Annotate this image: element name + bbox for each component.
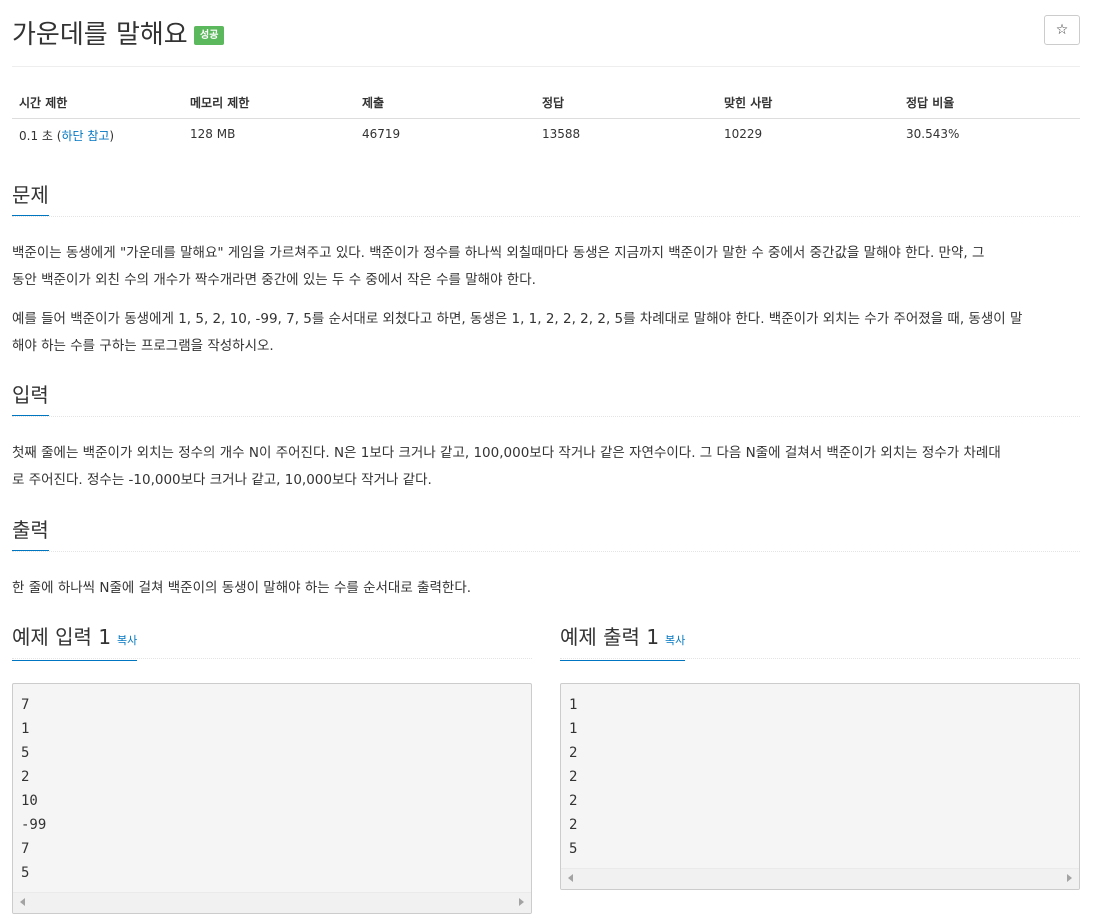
sample-output-box[interactable]: 1 1 2 2 2 2 5 xyxy=(560,683,1080,890)
code-line: 2 xyxy=(569,817,578,833)
ratio-value: 30.543% xyxy=(906,127,960,141)
code-line: 2 xyxy=(569,793,578,809)
time-limit-note-link[interactable]: 하단 참고 xyxy=(61,129,109,143)
code-line: 1 xyxy=(569,697,578,713)
code-line: 7 xyxy=(21,697,30,713)
code-line: 2 xyxy=(569,769,578,785)
sample-input-text: 7 1 5 2 10 -99 7 5 xyxy=(21,693,46,885)
header-submissions: 제출 xyxy=(362,96,385,110)
submissions-value: 46719 xyxy=(362,127,401,141)
code-line: 10 xyxy=(21,793,38,809)
copy-sample-input-button[interactable]: 복사 xyxy=(117,634,137,647)
code-line: -99 xyxy=(21,817,47,833)
copy-sample-output-button[interactable]: 복사 xyxy=(665,634,685,647)
solvers-value: 10229 xyxy=(724,127,763,141)
header-memory-limit: 메모리 제한 xyxy=(190,96,250,110)
code-line: 1 xyxy=(21,721,30,737)
time-limit-value: 0.1 초 (하단 참고) xyxy=(19,129,115,143)
table-header-row: 시간 제한 메모리 제한 제출 정답 맞힌 사람 정답 비율 xyxy=(12,86,1080,119)
accepted-value: 13588 xyxy=(542,127,581,141)
output-description: 한 줄에 하나씩 N줄에 걸쳐 백준이의 동생이 말해야 하는 수를 순서대로 … xyxy=(12,580,472,596)
sample-output-scrollbar[interactable] xyxy=(561,868,1079,889)
input-description: 첫째 줄에는 백준이가 외치는 정수의 개수 N이 주어진다. N은 1보다 크… xyxy=(12,445,1001,488)
sample-input-heading: 예제 입력 1 복사 xyxy=(12,624,532,661)
table-row: 0.1 초 (하단 참고) 128 MB 46719 13588 10229 3… xyxy=(12,119,1080,151)
sample-input-scrollbar[interactable] xyxy=(13,892,531,913)
problem-title: 가운데를 말해요 xyxy=(12,20,188,50)
problem-header: 가운데를 말해요 성공 ☆ xyxy=(12,0,1080,67)
problem-description-paragraph-2: 예를 들어 백준이가 동생에게 1, 5, 2, 10, -99, 7, 5를 … xyxy=(12,311,1023,354)
memory-limit-value: 128 MB xyxy=(190,127,236,141)
sample-output-heading: 예제 출력 1 복사 xyxy=(560,624,1080,661)
output-heading: 출력 xyxy=(12,517,1080,552)
sample-output-text: 1 1 2 2 2 2 5 xyxy=(569,693,577,861)
sample-input-box[interactable]: 7 1 5 2 10 -99 7 5 xyxy=(12,683,532,914)
problem-description-heading: 문제 xyxy=(12,182,1080,217)
input-heading: 입력 xyxy=(12,382,1080,417)
problem-info-table: 시간 제한 메모리 제한 제출 정답 맞힌 사람 정답 비율 0.1 초 (하단… xyxy=(12,86,1080,151)
code-line: 2 xyxy=(569,745,578,761)
favorite-button[interactable]: ☆ xyxy=(1044,15,1080,45)
code-line: 5 xyxy=(21,865,30,881)
code-line: 7 xyxy=(21,841,30,857)
problem-page: 가운데를 말해요 성공 ☆ 시간 제한 메모리 제한 제출 정답 맞힌 사람 정… xyxy=(12,0,1080,914)
header-accepted: 정답 xyxy=(542,96,565,110)
scroll-left-icon[interactable] xyxy=(568,874,573,882)
header-ratio: 정답 비율 xyxy=(906,96,955,110)
star-icon: ☆ xyxy=(1055,22,1069,38)
code-line: 5 xyxy=(21,745,30,761)
code-line: 5 xyxy=(569,841,578,857)
scroll-right-icon[interactable] xyxy=(519,898,524,906)
problem-description-paragraph-1: 백준이는 동생에게 "가운데를 말해요" 게임을 가르쳐주고 있다. 백준이가 … xyxy=(12,245,985,288)
scroll-left-icon[interactable] xyxy=(20,898,25,906)
header-time-limit: 시간 제한 xyxy=(19,96,68,110)
code-line: 2 xyxy=(21,769,30,785)
scroll-right-icon[interactable] xyxy=(1067,874,1072,882)
status-badge: 성공 xyxy=(194,26,225,45)
header-solvers: 맞힌 사람 xyxy=(724,96,773,110)
code-line: 1 xyxy=(569,721,578,737)
